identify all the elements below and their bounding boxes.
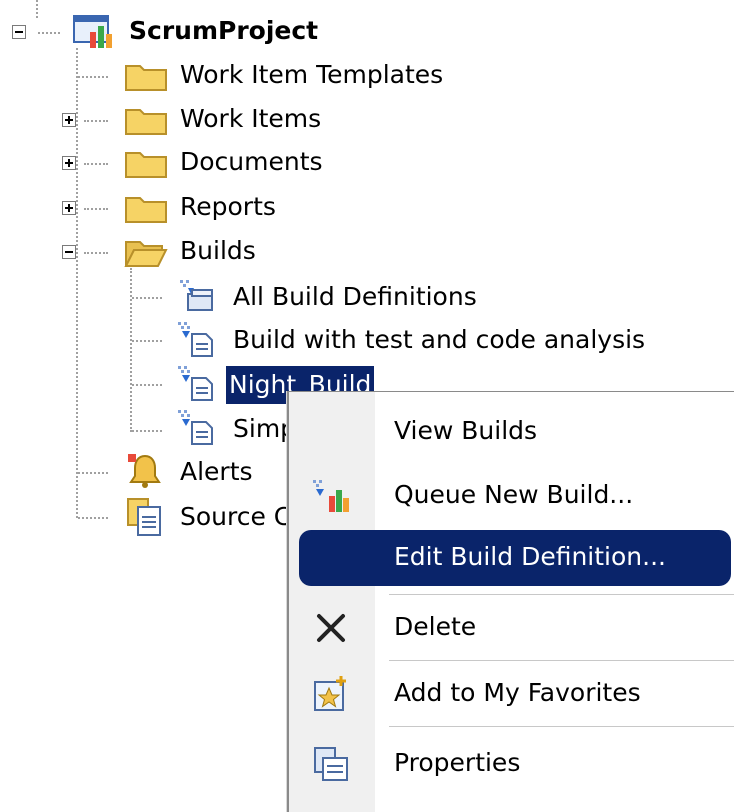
tree-item-builds[interactable]: Builds (177, 234, 259, 268)
build-definition-test-analysis[interactable]: Build with test and code analysis (230, 323, 648, 357)
menu-item-edit-build-definition[interactable]: Edit Build Definition... (289, 528, 734, 586)
menu-item-label: Edit Build Definition... (394, 542, 666, 571)
tree-item-alerts[interactable]: Alerts (177, 455, 256, 489)
all-builds-icon (176, 278, 216, 318)
folder-open-icon (124, 238, 168, 272)
tree-root-label[interactable]: ScrumProject (126, 14, 321, 48)
properties-icon (311, 744, 351, 784)
folder-icon (124, 194, 168, 228)
menu-item-add-to-favorites[interactable]: Add to My Favorites (289, 664, 734, 722)
tree-line (84, 252, 108, 254)
tree-line (132, 297, 162, 299)
build-definition-all[interactable]: All Build Definitions (230, 280, 480, 314)
tree-line (76, 48, 78, 518)
tree-line (132, 430, 162, 432)
tree-item-work-items[interactable]: Work Items (177, 102, 324, 136)
tree-item-documents[interactable]: Documents (177, 145, 326, 179)
tree-line (36, 0, 38, 18)
menu-item-delete[interactable]: Delete (289, 598, 734, 656)
tree-line (78, 472, 108, 474)
tree-line (84, 208, 108, 210)
context-menu: View Builds Queue New Build... Edit Buil… (287, 391, 734, 812)
menu-separator (389, 594, 734, 595)
queue-build-icon (311, 476, 351, 516)
expand-toggle[interactable] (62, 113, 76, 127)
menu-separator (389, 726, 734, 727)
folder-icon (124, 62, 168, 96)
favorites-icon (311, 674, 351, 714)
menu-item-label: Properties (394, 748, 521, 777)
tree-item-work-item-templates[interactable]: Work Item Templates (177, 58, 446, 92)
collapse-toggle[interactable] (62, 245, 76, 259)
tree-line (78, 76, 108, 78)
menu-item-label: Queue New Build... (394, 480, 634, 509)
menu-item-label: Delete (394, 612, 477, 641)
tree-line (38, 32, 60, 34)
build-definition-icon (176, 408, 216, 450)
tree-line (132, 384, 162, 386)
build-definition-icon (176, 320, 216, 362)
menu-item-queue-new-build[interactable]: Queue New Build... (289, 466, 734, 524)
expand-toggle[interactable] (62, 156, 76, 170)
delete-icon (311, 608, 351, 648)
menu-item-label: Add to My Favorites (394, 678, 641, 707)
expand-toggle[interactable] (62, 201, 76, 215)
project-icon (72, 14, 116, 54)
tree-item-source-control[interactable]: Source C (177, 500, 294, 534)
folder-icon (124, 106, 168, 140)
menu-item-label: View Builds (394, 416, 538, 445)
build-definition-icon (176, 364, 216, 406)
tree-line (78, 517, 108, 519)
collapse-toggle[interactable] (12, 25, 26, 39)
source-control-icon (124, 497, 166, 541)
menu-separator (389, 660, 734, 661)
menu-item-view-builds[interactable]: View Builds (289, 402, 734, 460)
tree-line (130, 268, 132, 432)
menu-item-properties[interactable]: Properties (289, 734, 734, 792)
tree-item-reports[interactable]: Reports (177, 190, 279, 224)
tree-line (84, 120, 108, 122)
folder-icon (124, 149, 168, 183)
tree-line (132, 340, 162, 342)
alerts-icon (124, 452, 166, 494)
tree-line (84, 163, 108, 165)
